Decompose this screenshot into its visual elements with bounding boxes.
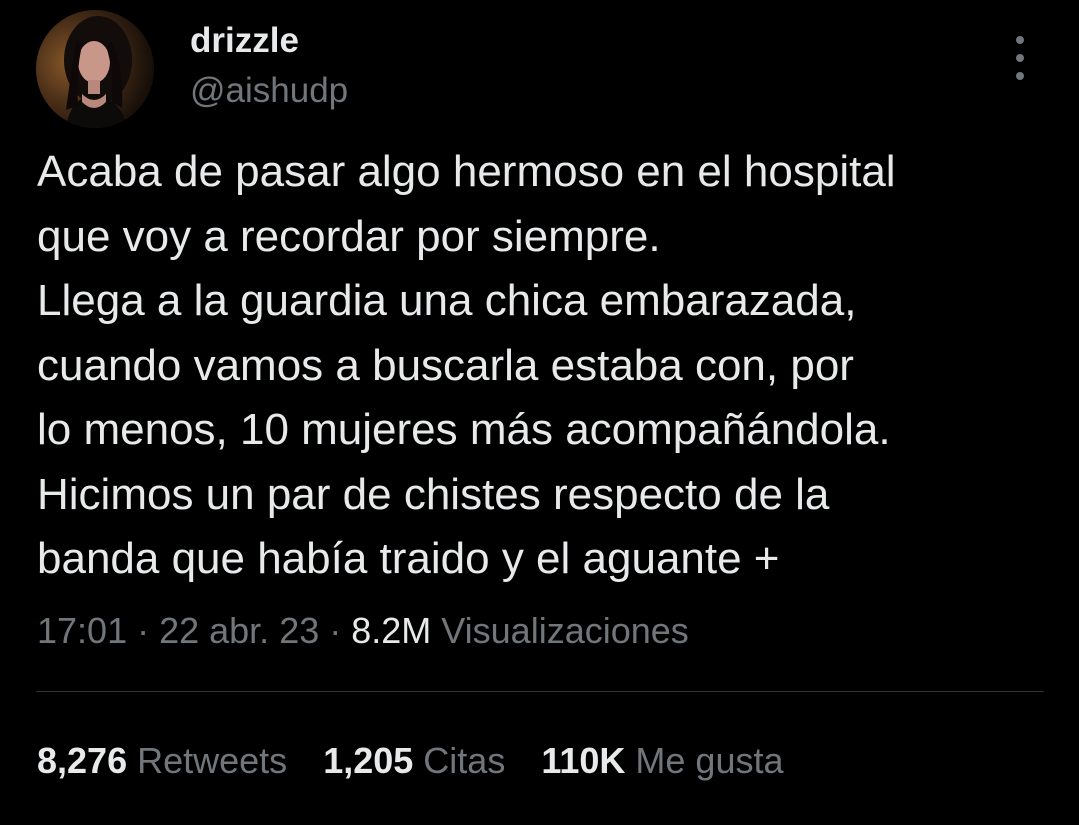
tweet-text-line: banda que había traido y el aguante + [37,534,780,583]
tweet-text-line: que voy a recordar por siempre. [37,211,661,261]
retweets-label: Retweets [137,740,288,781]
tweet: drizzle @aishudp Acaba de pasar algo her… [0,0,1079,825]
quotes-stat[interactable]: 1,205 Citas [323,738,505,784]
author-handle[interactable]: @aishudp [190,70,348,112]
views-count[interactable]: 8.2M [351,610,431,651]
author-display-name[interactable]: drizzle [190,20,299,62]
avatar[interactable] [36,10,154,128]
tweet-time[interactable]: 17:01 [37,610,127,651]
more-vertical-icon-dot [1016,54,1024,62]
likes-count: 110K [541,740,626,781]
retweets-count: 8,276 [37,740,128,781]
likes-stat[interactable]: 110K Me gusta [541,738,783,784]
quotes-count: 1,205 [323,740,414,781]
tweet-text: Acaba de pasar algo hermoso en el hospit… [37,140,1047,592]
more-vertical-icon-dot [1016,72,1024,80]
tweet-stats: 8,276 Retweets 1,205 Citas 110K Me gusta [37,738,784,784]
tweet-meta: 17:01 · 22 abr. 23 · 8.2M Visualizacione… [37,608,689,654]
divider [36,691,1044,692]
tweet-text-line: cuando vamos a buscarla estaba con, por [37,340,854,390]
more-options-button[interactable] [1002,36,1038,80]
views-label[interactable]: Visualizaciones [441,610,688,651]
tweet-text-line: lo menos, 10 mujeres más acompañándola. [37,405,891,454]
quotes-label: Citas [423,740,506,781]
avatar-image [36,10,154,128]
meta-separator: · [319,610,352,651]
more-vertical-icon [1016,36,1024,44]
meta-separator: · [127,610,160,651]
tweet-date[interactable]: 22 abr. 23 [159,610,319,651]
retweets-stat[interactable]: 8,276 Retweets [37,738,287,784]
tweet-text-line: Llega a la guardia una chica embarazada, [37,276,857,325]
tweet-text-line: Hicimos un par de chistes respecto de la [37,469,830,519]
likes-label: Me gusta [635,740,784,781]
tweet-text-line: Acaba de pasar algo hermoso en el hospit… [37,147,896,196]
